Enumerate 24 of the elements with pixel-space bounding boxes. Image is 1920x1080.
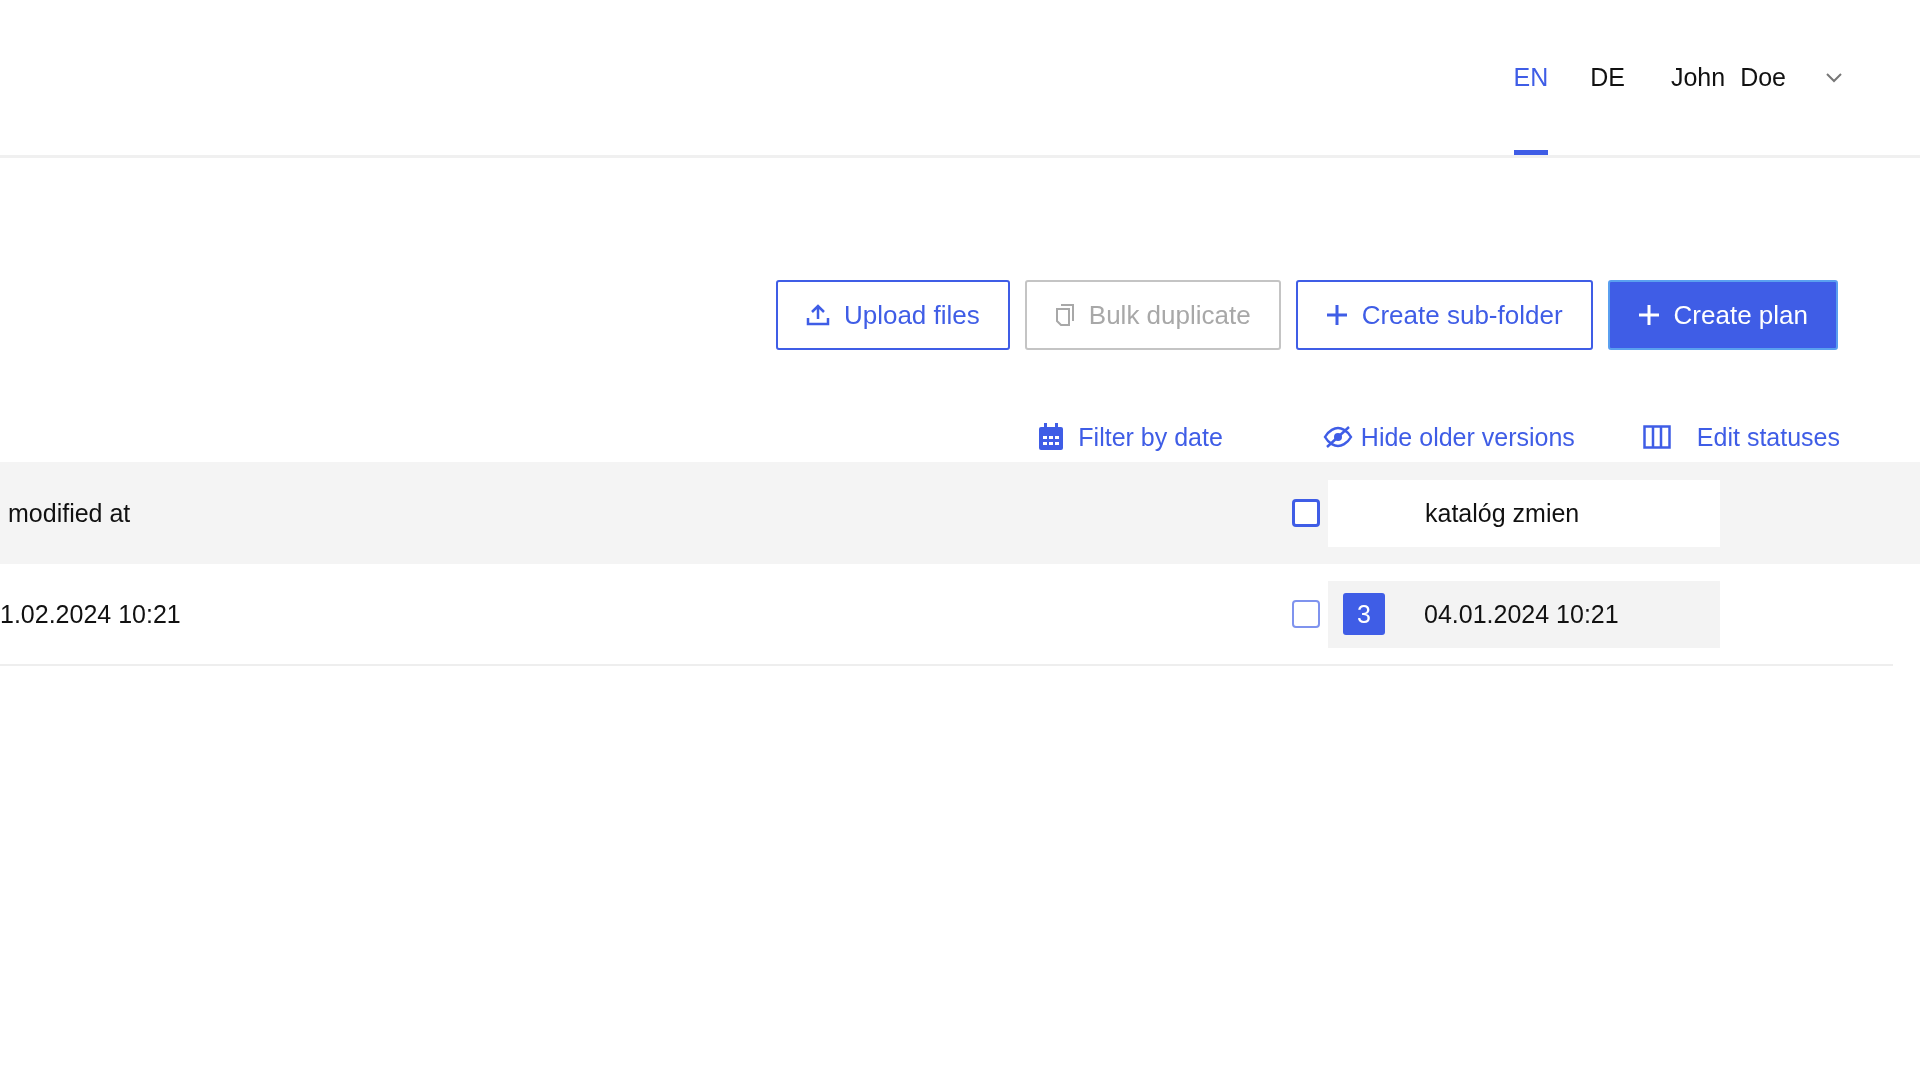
plus-icon <box>1637 304 1660 326</box>
filter-link[interactable]: Edit statuses <box>1642 412 1840 462</box>
filter-link[interactable]: Hide older versions <box>1322 412 1575 462</box>
user-name[interactable]: John Doe <box>1670 63 1786 92</box>
date-text: 04.01.2024 10:21 <box>1424 599 1619 629</box>
chevron-down-icon[interactable] <box>1826 72 1842 83</box>
language-tab[interactable]: EN <box>1513 0 1549 155</box>
copy-icon <box>1054 303 1075 327</box>
plus-icon <box>1325 304 1348 326</box>
upload-icon <box>805 304 830 326</box>
eye-slash-icon <box>1322 425 1353 449</box>
table-cell-text: 1.02.2024 10:21 <box>0 599 182 629</box>
checkbox[interactable] <box>1292 600 1320 628</box>
toolbar-button[interactable]: Create plan <box>1607 280 1838 350</box>
checkbox[interactable] <box>1292 499 1320 527</box>
column-header: katalóg zmien <box>1328 479 1720 547</box>
version-badge: 3 <box>1343 593 1385 635</box>
column-header: modified at <box>7 498 132 528</box>
columns-icon <box>1642 425 1671 449</box>
toolbar-button[interactable]: Upload files <box>775 280 1010 350</box>
filter-link[interactable]: Filter by date <box>1038 412 1223 462</box>
language-tab[interactable]: DE <box>1590 0 1625 155</box>
toolbar-button[interactable]: Create sub-folder <box>1295 280 1593 350</box>
calendar-icon <box>1038 423 1065 451</box>
